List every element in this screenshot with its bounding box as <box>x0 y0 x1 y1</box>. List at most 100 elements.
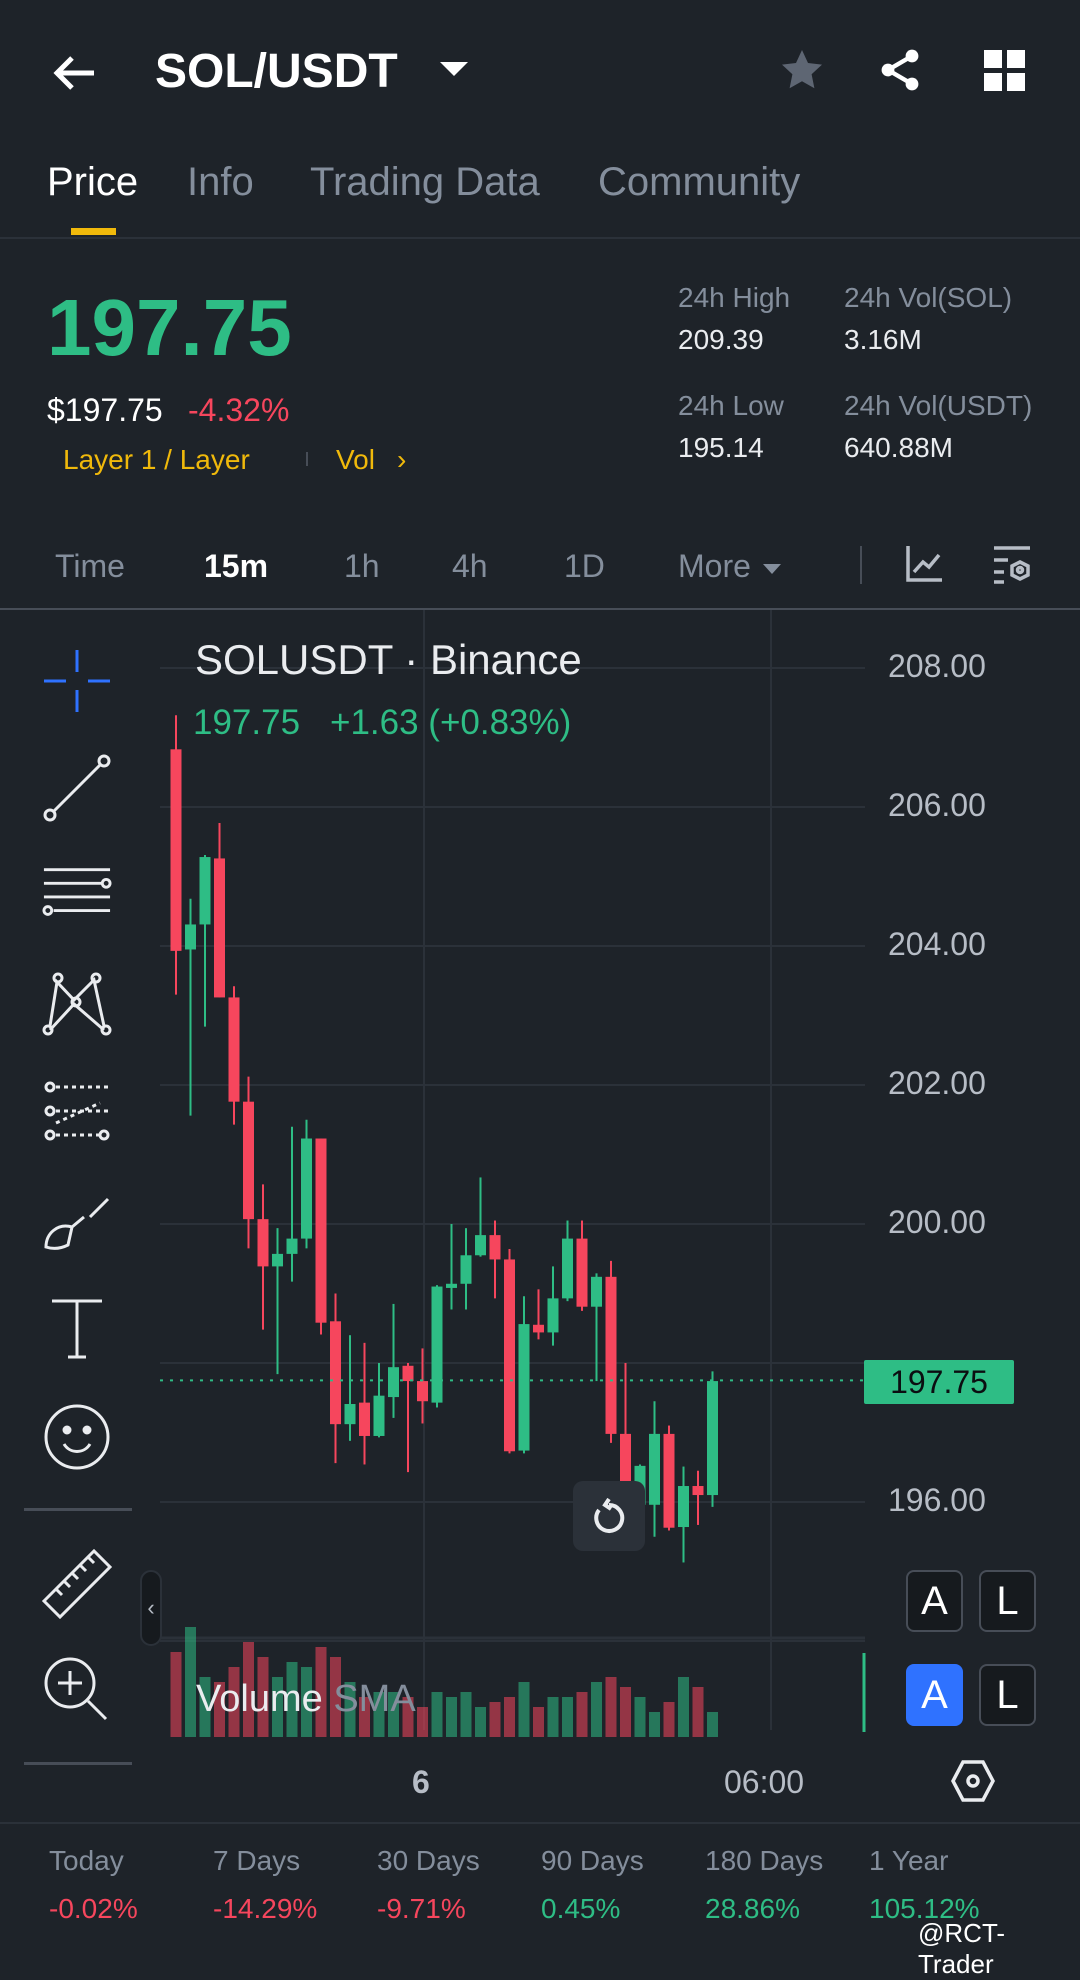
candle-body <box>562 1238 573 1299</box>
trend-line-tool[interactable] <box>42 753 112 823</box>
indicators-icon[interactable] <box>904 544 944 589</box>
volume-label: Volume <box>196 1678 323 1720</box>
more-label: More <box>678 548 751 584</box>
vol-link-label: Vol <box>336 444 375 475</box>
category-tag[interactable]: Layer 1 / Layer <box>63 444 250 476</box>
y-tick: 196.00 <box>888 1482 986 1518</box>
tab-info[interactable]: Info <box>187 160 254 205</box>
tab-community[interactable]: Community <box>598 160 800 205</box>
volume-bar <box>663 1702 675 1737</box>
zoom-in-icon <box>44 1657 108 1721</box>
candle-body <box>446 1283 457 1288</box>
trend-line-icon <box>43 754 111 822</box>
chart-settings-button[interactable] <box>950 1758 996 1809</box>
volume-bar <box>707 1712 718 1737</box>
brush-tool[interactable] <box>42 1187 112 1257</box>
share-icon[interactable] <box>876 46 924 99</box>
tab-trading-data[interactable]: Trading Data <box>310 160 540 205</box>
emoji-tool[interactable] <box>42 1402 112 1472</box>
back-button[interactable] <box>50 48 100 98</box>
y-tick: 202.00 <box>888 1065 986 1101</box>
candle-body <box>185 924 196 950</box>
perf-today-label: Today <box>49 1845 124 1876</box>
x-tick: 6 <box>412 1764 430 1800</box>
candle-body <box>373 1395 385 1436</box>
candle-body <box>533 1324 544 1333</box>
divider <box>24 1762 132 1765</box>
collapse-toolbar-button[interactable]: ‹ <box>140 1570 162 1646</box>
candle-body <box>170 749 182 951</box>
candle-body <box>518 1324 530 1451</box>
timeframe-4h[interactable]: 4h <box>452 548 488 585</box>
candle-body <box>315 1138 327 1323</box>
x-tick: 06:00 <box>724 1764 805 1800</box>
reset-chart-button[interactable] <box>573 1481 645 1551</box>
perf-30d-value: -9.71% <box>377 1893 466 1924</box>
favorite-star-icon[interactable] <box>778 46 826 99</box>
perf-today-value: -0.02% <box>49 1893 138 1924</box>
candle-body <box>576 1238 588 1307</box>
chart-settings-icon[interactable] <box>990 542 1036 593</box>
volume-bar <box>620 1687 631 1737</box>
vol-link[interactable]: Vol › <box>336 444 406 476</box>
pattern-icon <box>42 972 112 1036</box>
volume-bar <box>170 1652 182 1737</box>
volume-auto-scale-button[interactable]: A <box>906 1664 963 1726</box>
text-tool[interactable] <box>42 1293 112 1363</box>
candle-body <box>649 1433 660 1505</box>
fibonacci-tool[interactable] <box>42 1077 112 1147</box>
crosshair-tool[interactable] <box>42 646 112 716</box>
measure-tool[interactable] <box>42 1549 112 1619</box>
perf-90d-label: 90 Days <box>541 1845 644 1876</box>
pair-title[interactable]: SOL/USDT <box>155 44 398 99</box>
low-label: 24h Low <box>678 390 784 421</box>
timeframe-time[interactable]: Time <box>55 548 125 585</box>
volume-bar <box>634 1697 646 1737</box>
volume-bar <box>547 1697 559 1737</box>
chart-symbol: SOLUSDT · Binance <box>195 636 582 683</box>
candle-body <box>547 1298 559 1333</box>
candle-body <box>359 1402 370 1436</box>
y-tick: 208.00 <box>888 648 986 684</box>
volume-bar <box>417 1707 428 1737</box>
horizontal-lines-tool[interactable] <box>42 859 112 929</box>
volume-bar <box>591 1682 602 1737</box>
perf-7d-value: -14.29% <box>213 1893 318 1924</box>
candle-body <box>228 997 240 1102</box>
volume-bar <box>605 1677 617 1737</box>
timeframe-15m[interactable]: 15m <box>204 548 268 585</box>
smiley-icon <box>44 1404 110 1470</box>
volume-bar <box>431 1692 443 1737</box>
perf-90d-value: 0.45% <box>541 1893 621 1924</box>
candle-body <box>330 1321 341 1425</box>
ruler-icon <box>42 1549 112 1619</box>
last-price: 197.75 <box>47 283 292 372</box>
timeframe-1d[interactable]: 1D <box>564 548 605 585</box>
volume-bar <box>692 1687 704 1737</box>
crosshair-icon <box>44 650 110 712</box>
zoom-in-tool[interactable] <box>42 1655 112 1725</box>
watermark: @RCT-Trader <box>918 1918 1006 1979</box>
volume-log-scale-button[interactable]: L <box>979 1664 1036 1726</box>
candle-body <box>692 1486 704 1496</box>
volume-bar <box>185 1627 196 1737</box>
timeframe-1h[interactable]: 1h <box>344 548 380 585</box>
separator <box>860 546 862 584</box>
pair-dropdown-icon[interactable] <box>440 62 468 76</box>
candle-body <box>272 1253 283 1267</box>
vol-usdt-value: 640.88M <box>844 432 953 463</box>
candle-body <box>199 857 211 925</box>
candle-body <box>257 1219 269 1267</box>
log-scale-button[interactable]: L <box>979 1570 1036 1632</box>
tab-price[interactable]: Price <box>47 160 138 205</box>
candle-body <box>431 1286 443 1403</box>
pattern-tool[interactable] <box>42 968 112 1038</box>
timeframe-more[interactable]: More <box>678 548 781 585</box>
grid-menu-icon[interactable] <box>984 50 1026 97</box>
candle-body <box>504 1259 515 1452</box>
auto-scale-button[interactable]: A <box>906 1570 963 1632</box>
tab-active-indicator <box>71 228 116 235</box>
volume-bar <box>576 1692 588 1737</box>
candle-body <box>663 1433 675 1528</box>
candle-body <box>301 1138 312 1239</box>
